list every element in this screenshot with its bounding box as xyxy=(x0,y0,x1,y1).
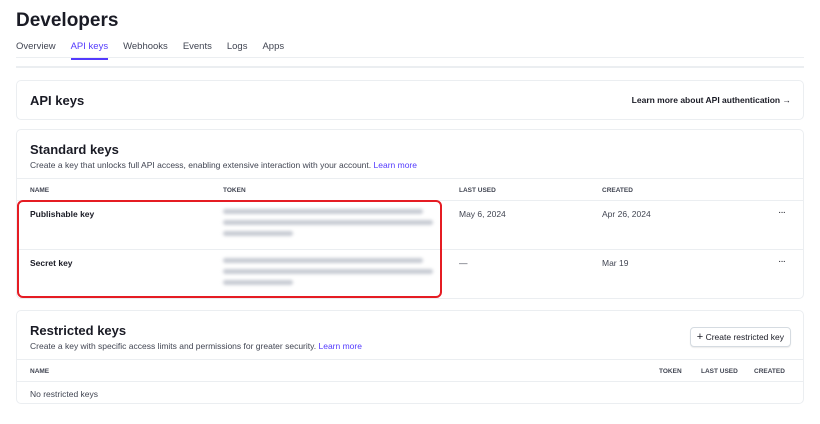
more-icon[interactable]: ··· xyxy=(778,207,786,218)
create-restricted-key-button[interactable]: + Create restricted key xyxy=(689,327,791,347)
api-auth-link[interactable]: Learn more about API authentication → xyxy=(632,95,791,105)
card-title: API keys xyxy=(30,93,85,108)
created: Apr 26, 2024 xyxy=(602,209,651,219)
plus-icon: + xyxy=(696,331,704,343)
table-header: Name Token Last used Created xyxy=(17,359,803,381)
column-last-used: Last used xyxy=(701,368,738,375)
section-description: Create a key that unlocks full API acces… xyxy=(30,160,372,170)
button-label: Create restricted key xyxy=(705,332,784,342)
column-last-used: Last used xyxy=(459,187,496,194)
api-keys-card: API keys Learn more about API authentica… xyxy=(16,80,804,120)
table-header: Name Token Last used Created xyxy=(17,178,803,200)
section-title: Standard keys xyxy=(30,142,119,157)
created: Mar 19 xyxy=(602,258,629,268)
column-created: Created xyxy=(602,187,633,194)
section-title: Restricted keys xyxy=(30,323,127,338)
section-description: Create a key with specific access limits… xyxy=(30,341,317,351)
tab-divider xyxy=(16,57,804,58)
learn-more-link[interactable]: Learn more xyxy=(319,341,362,351)
column-token: Token xyxy=(659,368,682,375)
divider xyxy=(16,66,804,68)
highlight-box xyxy=(17,200,442,298)
learn-more-link[interactable]: Learn more xyxy=(374,160,417,170)
column-name: Name xyxy=(30,368,50,375)
empty-message: No restricted keys xyxy=(30,389,99,399)
page-title: Developers xyxy=(16,10,119,31)
more-icon[interactable]: ··· xyxy=(778,256,786,267)
last-used: — xyxy=(459,258,468,268)
restricted-keys-card: Restricted keys Create a key with specif… xyxy=(16,310,804,404)
column-created: Created xyxy=(754,368,785,375)
column-name: Name xyxy=(30,187,50,194)
empty-row: No restricted keys xyxy=(17,381,803,404)
last-used: May 6, 2024 xyxy=(459,209,506,219)
column-token: Token xyxy=(223,187,246,194)
